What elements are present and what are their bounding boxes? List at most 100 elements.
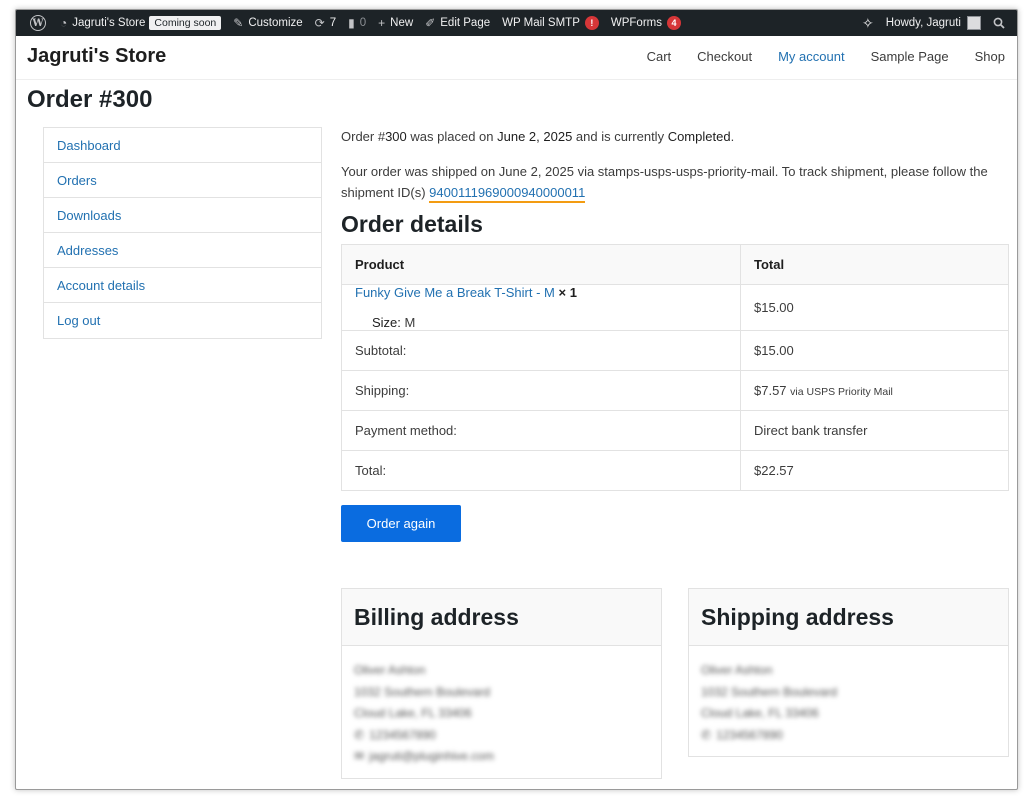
order-number: 300: [385, 129, 407, 144]
order-content: Order #300 was placed on June 2, 2025 an…: [341, 127, 1009, 542]
admin-customize-label: Customize: [248, 17, 303, 29]
admin-edit-page[interactable]: ✐ Edit Page: [419, 10, 496, 36]
site-title[interactable]: Jagruti's Store: [27, 45, 166, 68]
table-row: Funky Give Me a Break T-Shirt - M × 1 Si…: [341, 284, 1009, 331]
product-cell: Funky Give Me a Break T-Shirt - M × 1 Si…: [341, 284, 741, 331]
payment-method-value: Direct bank transfer: [740, 410, 1009, 451]
site-header: Jagruti's Store Cart Checkout My account…: [16, 36, 1017, 80]
subtotal-value: $15.00: [740, 330, 1009, 371]
shipping-address-body: Oliver Ashton 1032 Southern Boulevard Cl…: [689, 646, 1008, 756]
page-title: Order #300: [27, 86, 153, 113]
billing-address-body: Oliver Ashton 1032 Southern Boulevard Cl…: [342, 646, 661, 778]
primary-nav: Cart Checkout My account Sample Page Sho…: [621, 49, 1005, 64]
shipment-note: Your order was shipped on June 2, 2025 v…: [341, 161, 1009, 203]
nav-shop[interactable]: Shop: [975, 49, 1005, 64]
wordpress-logo-icon[interactable]: W: [30, 15, 46, 31]
shipping-address-box: Shipping address Oliver Ashton 1032 Sout…: [688, 588, 1009, 757]
billing-address-title: Billing address: [342, 589, 661, 646]
comment-icon: ▮: [348, 16, 355, 30]
sidebar-item-log-out[interactable]: Log out: [44, 303, 321, 338]
billing-street: 1032 Southern Boulevard: [354, 684, 491, 699]
shipping-name: Oliver Ashton: [701, 663, 773, 677]
admin-account[interactable]: Howdy, Jagruti: [880, 10, 987, 36]
total-label: Total:: [341, 450, 741, 491]
table-header-row: Product Total: [341, 244, 1009, 285]
admin-bar: W ◔ Jagruti's Store Coming soon ✎ Custom…: [16, 10, 1017, 36]
shipping-label: Shipping:: [341, 370, 741, 411]
shipping-value-cell: $7.57 via USPS Priority Mail: [740, 370, 1009, 411]
product-quantity: × 1: [558, 285, 577, 300]
admin-comments-count: 0: [359, 17, 367, 29]
updates-icon: ⟳: [314, 16, 325, 30]
billing-email-row: ✉ jagruti@pluginhive.com: [354, 746, 649, 768]
order-date: June 2, 2025: [497, 129, 573, 144]
browser-window: W ◔ Jagruti's Store Coming soon ✎ Custom…: [15, 9, 1018, 790]
shipping-method-note: via USPS Priority Mail: [790, 386, 893, 398]
nav-my-account[interactable]: My account: [778, 49, 844, 64]
order-details-title: Order details: [341, 211, 483, 237]
product-meta: Size: M: [355, 315, 727, 330]
shipping-value: $7.57: [754, 383, 787, 398]
table-row: Shipping: $7.57 via USPS Priority Mail: [341, 370, 1009, 411]
admin-wp-mail-smtp[interactable]: WP Mail SMTP !: [496, 10, 605, 36]
nav-checkout[interactable]: Checkout: [697, 49, 752, 64]
product-meta-value: M: [404, 315, 416, 330]
avatar: [967, 16, 981, 30]
order-summary: Order #300 was placed on June 2, 2025 an…: [341, 127, 1009, 147]
coming-soon-badge[interactable]: Coming soon: [149, 16, 222, 30]
ai-sparkle-icon[interactable]: ✧: [856, 10, 880, 36]
column-header-total: Total: [740, 244, 1009, 285]
subtotal-label: Subtotal:: [341, 330, 741, 371]
phone-icon: ✆: [701, 727, 712, 742]
phone-icon: ✆: [354, 727, 365, 742]
billing-city: Cloud Lake, FL 33406: [354, 706, 472, 720]
nav-cart[interactable]: Cart: [647, 49, 672, 64]
column-header-product: Product: [341, 244, 741, 285]
wp-mail-smtp-alert-badge: !: [584, 16, 599, 30]
payment-method-label: Payment method:: [341, 410, 741, 451]
table-row: Total: $22.57: [341, 450, 1009, 491]
table-row: Subtotal: $15.00: [341, 330, 1009, 371]
table-row: Payment method: Direct bank transfer: [341, 410, 1009, 451]
email-icon: ✉: [354, 749, 365, 763]
admin-new[interactable]: + New: [372, 10, 419, 36]
billing-email: jagruti@pluginhive.com: [369, 749, 494, 763]
sidebar-item-orders[interactable]: Orders: [44, 163, 321, 198]
admin-search-icon[interactable]: [987, 10, 1017, 36]
admin-comments[interactable]: ▮ 0: [342, 10, 372, 36]
summary-prefix: Order #: [341, 129, 386, 144]
billing-phone: 1234567890: [369, 727, 436, 742]
admin-site-name-label: Jagruti's Store: [72, 17, 146, 29]
summary-mid: was placed on: [406, 129, 498, 144]
pencil-icon: ✐: [425, 16, 436, 30]
admin-wpforms[interactable]: WPForms 4: [605, 10, 687, 36]
product-meta-label: Size:: [372, 315, 401, 330]
sidebar-item-downloads[interactable]: Downloads: [44, 198, 321, 233]
billing-address-box: Billing address Oliver Ashton 1032 South…: [341, 588, 662, 779]
nav-sample-page[interactable]: Sample Page: [871, 49, 949, 64]
admin-customize[interactable]: ✎ Customize: [227, 10, 308, 36]
billing-phone-row: ✆ 1234567890: [354, 725, 649, 747]
order-again-button[interactable]: Order again: [341, 505, 461, 542]
order-status: Completed: [667, 129, 731, 144]
summary-mid2: and is currently: [572, 129, 668, 144]
account-navigation: Dashboard Orders Downloads Addresses Acc…: [43, 127, 322, 339]
sidebar-item-addresses[interactable]: Addresses: [44, 233, 321, 268]
sidebar-item-dashboard[interactable]: Dashboard: [44, 128, 321, 163]
admin-site-name[interactable]: ◔ Jagruti's Store Coming soon: [54, 10, 227, 36]
wpforms-count-badge: 4: [666, 16, 681, 30]
search-icon: [993, 17, 1005, 29]
sidebar-item-account-details[interactable]: Account details: [44, 268, 321, 303]
admin-wpforms-label: WPForms: [610, 17, 662, 29]
shipping-phone: 1234567890: [716, 727, 783, 742]
admin-edit-page-label: Edit Page: [440, 17, 491, 29]
tracking-link[interactable]: 9400111969000940000011: [429, 185, 586, 203]
billing-name: Oliver Ashton: [354, 663, 426, 677]
shipping-city: Cloud Lake, FL 33406: [701, 706, 819, 720]
dashboard-icon: ◔: [60, 16, 68, 30]
admin-updates[interactable]: ⟳ 7: [309, 10, 342, 36]
shipping-street: 1032 Southern Boulevard: [701, 684, 838, 699]
plus-icon: +: [378, 16, 386, 30]
admin-howdy-label: Howdy, Jagruti: [885, 17, 961, 29]
product-link[interactable]: Funky Give Me a Break T-Shirt - M: [355, 285, 555, 300]
